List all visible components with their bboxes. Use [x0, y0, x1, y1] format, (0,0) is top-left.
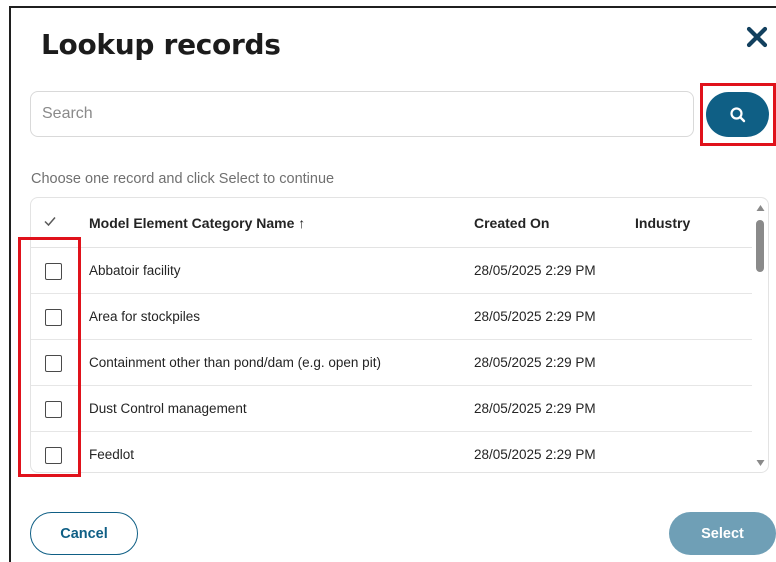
column-header-name-label: Model Element Category Name: [89, 215, 295, 231]
row-created-on: 28/05/2025 2:29 PM: [474, 263, 596, 278]
grid-scrollbar[interactable]: [752, 198, 768, 472]
selection-hint: Choose one record and click Select to co…: [31, 171, 335, 187]
table-row[interactable]: Dust Control management 28/05/2025 2:29 …: [31, 386, 752, 432]
row-created-on: 28/05/2025 2:29 PM: [474, 447, 596, 462]
row-checkbox[interactable]: [45, 309, 62, 326]
row-name: Dust Control management: [89, 401, 247, 416]
cancel-button[interactable]: Cancel: [30, 512, 138, 555]
close-button[interactable]: [744, 24, 770, 50]
row-name: Feedlot: [89, 447, 135, 462]
row-name: Area for stockpiles: [89, 309, 201, 324]
select-all-checkmark[interactable]: [43, 214, 57, 231]
table-row[interactable]: Abbatoir facility 28/05/2025 2:29 PM: [31, 248, 752, 294]
table-row[interactable]: Containment other than pond/dam (e.g. op…: [31, 340, 752, 386]
search-input[interactable]: [30, 91, 694, 137]
sort-ascending-icon: ↑: [298, 215, 306, 231]
checkmark-icon: [44, 217, 56, 227]
row-created-on: 28/05/2025 2:29 PM: [474, 355, 596, 370]
dialog-title: Lookup records: [41, 28, 281, 61]
row-name: Containment other than pond/dam (e.g. op…: [89, 355, 381, 370]
column-header-created-on[interactable]: Created On: [474, 215, 549, 231]
select-button[interactable]: Select: [669, 512, 776, 555]
row-checkbox[interactable]: [45, 447, 62, 464]
records-grid: Model Element Category Name ↑ Created On…: [30, 197, 769, 473]
row-checkbox[interactable]: [45, 355, 62, 372]
scroll-thumb[interactable]: [756, 220, 764, 272]
column-header-name[interactable]: Model Element Category Name ↑: [89, 215, 305, 231]
row-checkbox[interactable]: [45, 263, 62, 280]
row-name: Abbatoir facility: [89, 263, 181, 278]
column-header-industry[interactable]: Industry: [635, 215, 690, 231]
row-created-on: 28/05/2025 2:29 PM: [474, 309, 596, 324]
close-x-icon: [746, 26, 768, 48]
row-checkbox[interactable]: [45, 401, 62, 418]
search-icon: [729, 106, 745, 122]
table-row[interactable]: Area for stockpiles 28/05/2025 2:29 PM: [31, 294, 752, 340]
grid-header: Model Element Category Name ↑ Created On…: [31, 198, 752, 248]
table-row[interactable]: Feedlot 28/05/2025 2:29 PM: [31, 432, 752, 472]
search-button[interactable]: [706, 92, 769, 137]
row-created-on: 28/05/2025 2:29 PM: [474, 401, 596, 416]
